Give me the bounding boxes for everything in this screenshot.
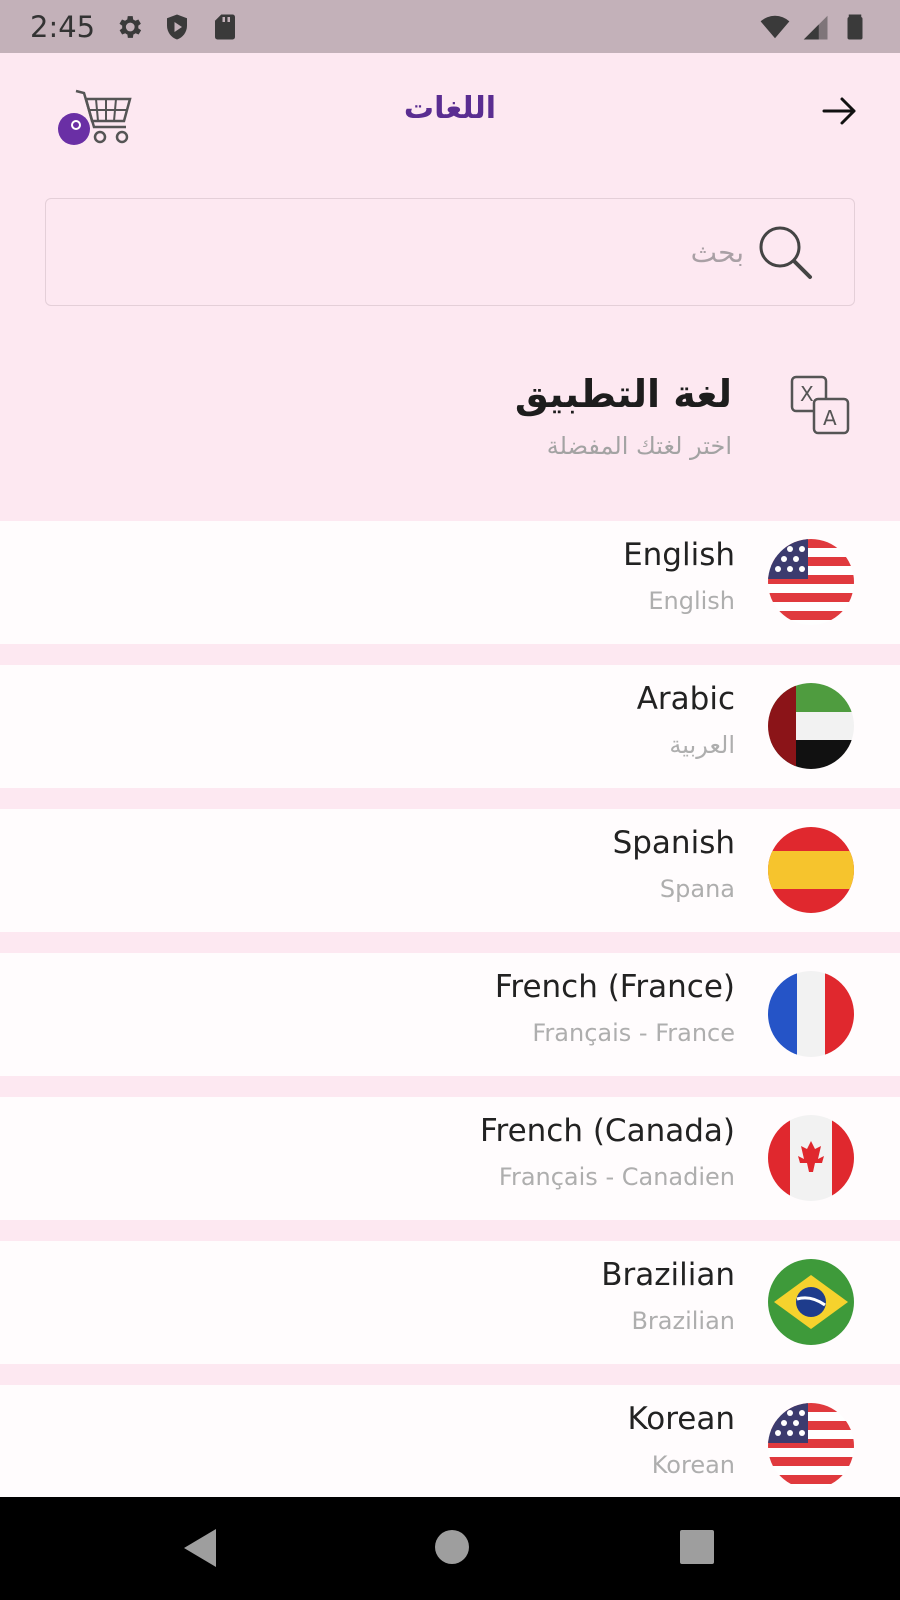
- status-icons-left: [114, 12, 240, 42]
- app-language-section: X A لغة التطبيق اختر لغتك المفضلة: [0, 360, 900, 510]
- language-native-name: Français - France: [532, 1019, 735, 1047]
- svg-text:X: X: [800, 382, 814, 406]
- section-subtitle: اختر لغتك المفضلة: [546, 432, 732, 460]
- usa-flag-icon: [768, 1403, 854, 1489]
- language-name: Korean: [627, 1401, 735, 1437]
- battery-icon: [847, 14, 863, 40]
- spain-flag-icon: [768, 827, 854, 913]
- language-name: English: [623, 537, 735, 573]
- list-item[interactable]: Korean Korean: [0, 1385, 900, 1508]
- search-icon[interactable]: [756, 223, 816, 283]
- language-native-name: Korean: [651, 1451, 735, 1479]
- uae-flag-icon: [768, 683, 854, 769]
- sd-card-icon: [215, 14, 235, 40]
- france-flag-icon: [768, 971, 854, 1057]
- svg-text:A: A: [823, 406, 837, 430]
- wifi-icon: [760, 15, 790, 39]
- language-name: French (France): [494, 969, 735, 1005]
- language-name: Spanish: [612, 825, 735, 861]
- status-bar: 2:45: [0, 0, 900, 53]
- language-native-name: Brazilian: [631, 1307, 735, 1335]
- language-list: English English Arabic العربية Spanish S…: [0, 521, 900, 1529]
- nav-home-icon[interactable]: [434, 1529, 470, 1565]
- language-native-name: Spana: [659, 875, 735, 903]
- canada-flag-icon: [768, 1115, 854, 1201]
- language-native-name: Français - Canadien: [498, 1163, 735, 1191]
- language-name: French (Canada): [479, 1113, 735, 1149]
- search-input[interactable]: [122, 227, 746, 277]
- nav-recents-icon[interactable]: [680, 1530, 714, 1564]
- language-native-name: English: [648, 587, 735, 615]
- language-name: Arabic: [636, 681, 735, 717]
- status-time: 2:45: [30, 10, 96, 44]
- brazil-flag-icon: [768, 1259, 854, 1345]
- usa-flag-icon: [768, 539, 854, 625]
- language-native-name: العربية: [669, 731, 735, 759]
- list-item[interactable]: Spanish Spana: [0, 809, 900, 932]
- language-name: Brazilian: [601, 1257, 735, 1293]
- gear-icon: [119, 16, 142, 38]
- app-header: اللغات: [0, 53, 900, 173]
- page-title: اللغات: [403, 91, 497, 126]
- shield-icon: [167, 14, 187, 40]
- arrow-right-icon[interactable]: [820, 91, 860, 131]
- list-item[interactable]: English English: [0, 521, 900, 644]
- list-item[interactable]: Arabic العربية: [0, 665, 900, 788]
- nav-back-icon[interactable]: [180, 1527, 220, 1569]
- search-box[interactable]: [45, 198, 855, 306]
- list-item[interactable]: French (France) Français - France: [0, 953, 900, 1076]
- status-icons-right: [760, 12, 870, 42]
- signal-icon: [803, 15, 828, 40]
- system-nav-bar: [0, 1497, 900, 1600]
- list-item[interactable]: French (Canada) Français - Canadien: [0, 1097, 900, 1220]
- translate-icon: X A: [790, 375, 850, 435]
- list-item[interactable]: Brazilian Brazilian: [0, 1241, 900, 1364]
- section-title: لغة التطبيق: [514, 372, 732, 416]
